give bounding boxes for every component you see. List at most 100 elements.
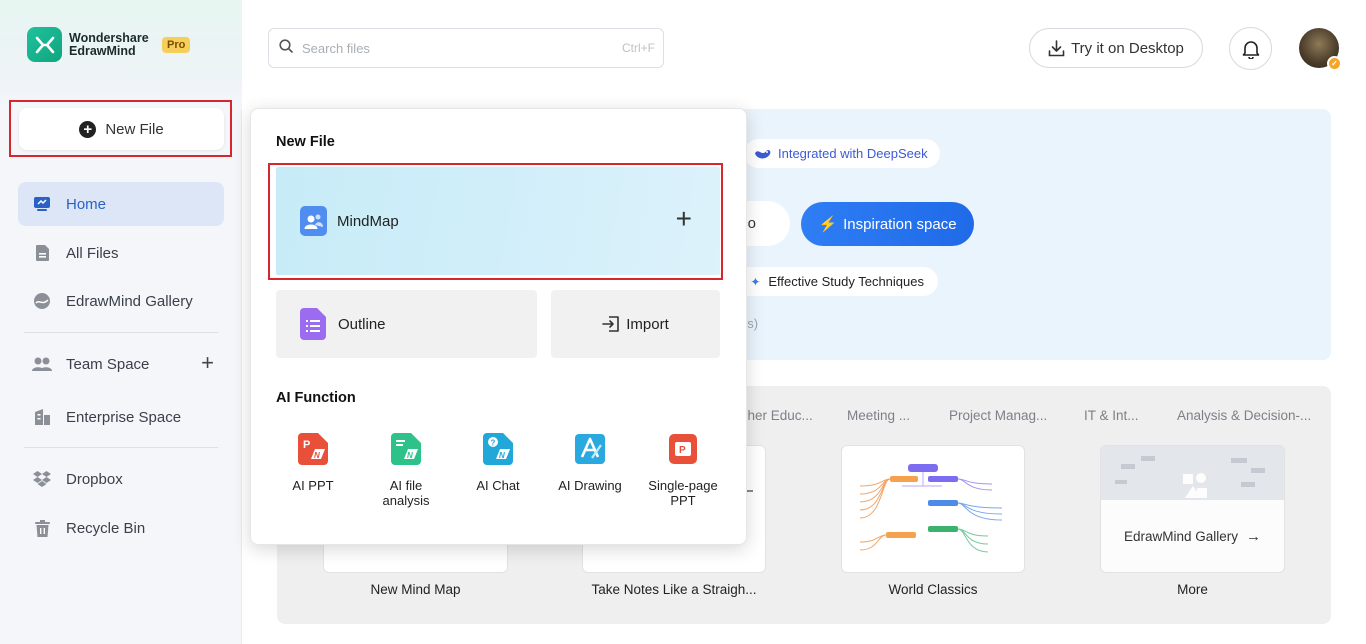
avatar[interactable]: ✓	[1299, 28, 1342, 71]
mindmap-icon	[300, 206, 327, 236]
template-label: Take Notes Like a Straigh...	[591, 582, 757, 597]
notification-button[interactable]	[1229, 27, 1272, 70]
category-tab[interactable]: IT & Int...	[1084, 408, 1139, 423]
ai-drawing-option[interactable]: AI Drawing	[550, 433, 630, 493]
search-placeholder: Search files	[302, 40, 370, 56]
outline-option[interactable]: Outline	[276, 290, 537, 358]
single-page-ppt-icon: P	[669, 434, 697, 464]
sidebar-item-gallery[interactable]: EdrawMind Gallery	[18, 279, 224, 323]
mindmap-label: MindMap	[337, 212, 399, 230]
sidebar-item-label: Enterprise Space	[66, 408, 182, 426]
sidebar-item-label: Home	[66, 195, 107, 213]
sidebar-item-all-files[interactable]: All Files	[18, 231, 224, 275]
template-card-more[interactable]: EdrawMind Gallery →	[1100, 445, 1285, 573]
lightning-icon: ⚡	[818, 216, 838, 233]
inspiration-label: Inspiration space	[843, 215, 957, 233]
sidebar-item-label: Team Space	[66, 355, 150, 373]
ai-ppt-option[interactable]: PN AI PPT	[273, 433, 353, 493]
outline-label: Outline	[338, 315, 386, 333]
import-option[interactable]: Import	[551, 290, 720, 358]
import-label: Import	[626, 315, 669, 333]
category-tab[interactable]: Analysis & Decision-...	[1177, 408, 1311, 423]
edrawmind-logo-icon	[27, 27, 62, 62]
mindmap-thumbnail	[859, 464, 1003, 553]
sidebar-item-home[interactable]: Home	[18, 182, 224, 226]
logo-line-2: EdrawMind	[69, 43, 136, 58]
try-desktop-button[interactable]: Try it on Desktop	[1029, 28, 1203, 68]
ai-file-analysis-icon: N	[391, 433, 421, 465]
ai-ppt-label: AI PPT	[292, 478, 334, 493]
popup-title: New File	[276, 134, 335, 150]
svg-text:P: P	[303, 439, 310, 451]
category-tab[interactable]: Meeting ...	[847, 408, 910, 423]
search-shortcut: Ctrl+F	[622, 41, 655, 55]
category-tab[interactable]: Project Manag...	[949, 408, 1047, 423]
home-icon	[32, 194, 52, 214]
sidebar-item-recycle-bin[interactable]: Recycle Bin	[18, 506, 224, 550]
ai-ppt-icon: PN	[298, 433, 328, 465]
try-desktop-label: Try it on Desktop	[1071, 39, 1184, 57]
arrow-right-icon: →	[1246, 527, 1262, 545]
template-label: More	[1177, 582, 1208, 597]
sidebar-item-team-space[interactable]: Team Space +	[18, 342, 224, 386]
sidebar-item-label: Dropbox	[66, 470, 123, 488]
enterprise-icon	[32, 407, 52, 427]
ai-file-analysis-label: AI file analysis	[382, 478, 430, 508]
dropbox-icon	[32, 469, 52, 489]
template-label: World Classics	[888, 582, 978, 597]
sidebar-divider	[24, 332, 218, 333]
ai-function-title: AI Function	[276, 390, 356, 406]
template-card-world-classics[interactable]	[841, 445, 1025, 573]
deepseek-label: Integrated with DeepSeek	[778, 146, 928, 161]
ai-chat-option[interactable]: ? N AI Chat	[458, 433, 538, 493]
import-icon	[602, 316, 620, 332]
sidebar-divider	[24, 447, 218, 448]
gallery-overlay-label: EdrawMind Gallery	[1123, 528, 1239, 544]
gallery-icon	[32, 291, 52, 311]
app-logo[interactable]: Wondershare EdrawMind	[27, 27, 149, 62]
suggestion-label: Effective Study Techniques	[768, 274, 924, 289]
file-icon	[32, 243, 52, 263]
inspiration-space-button[interactable]: ⚡ Inspiration space	[801, 202, 974, 246]
download-icon	[1048, 39, 1065, 56]
sidebar-item-label: EdrawMind Gallery	[66, 292, 193, 310]
svg-text:N: N	[499, 451, 505, 460]
svg-text:N: N	[314, 451, 320, 460]
ai-file-analysis-option[interactable]: N AI file analysis	[365, 433, 447, 508]
suggestion-pill[interactable]: ✦ Effective Study Techniques	[730, 267, 938, 296]
sidebar-item-label: All Files	[66, 244, 119, 262]
pro-badge: Pro	[162, 37, 191, 53]
bell-icon	[1242, 40, 1259, 59]
mindmap-option[interactable]: MindMap +	[276, 167, 720, 275]
plus-icon[interactable]: +	[676, 205, 692, 233]
sidebar-item-dropbox[interactable]: Dropbox	[18, 457, 224, 501]
svg-text:?: ?	[491, 439, 496, 448]
add-team-icon[interactable]: +	[201, 352, 214, 374]
single-page-ppt-option[interactable]: P Single-page PPT	[643, 433, 723, 508]
svg-text:P: P	[679, 445, 686, 456]
ai-drawing-icon	[575, 434, 605, 464]
sidebar-item-label: Recycle Bin	[66, 519, 146, 537]
logo-text: Wondershare EdrawMind	[69, 30, 149, 58]
search-input[interactable]: Search files Ctrl+F	[268, 28, 664, 68]
sparkle-icon: ✦	[750, 274, 761, 289]
single-page-ppt-label: Single-page PPT	[648, 478, 718, 508]
category-tab[interactable]: gher Educ...	[740, 408, 813, 423]
ai-drawing-label: AI Drawing	[558, 478, 622, 493]
plus-circle-icon: +	[79, 120, 97, 138]
trash-icon	[32, 518, 52, 538]
search-icon	[279, 38, 293, 58]
new-file-button[interactable]: + New File	[19, 108, 224, 150]
sidebar-item-enterprise-space[interactable]: Enterprise Space	[18, 395, 224, 439]
outline-icon	[300, 308, 326, 340]
ai-chat-label: AI Chat	[476, 478, 520, 493]
svg-text:N: N	[407, 451, 413, 460]
new-file-label: New File	[105, 120, 164, 138]
gallery-thumbnail	[1115, 456, 1265, 498]
gallery-overlay[interactable]: EdrawMind Gallery →	[1101, 500, 1284, 572]
team-icon	[32, 354, 52, 374]
template-label: New Mind Map	[370, 582, 461, 597]
logo-line-1: Wondershare	[69, 30, 149, 45]
deepseek-icon	[755, 149, 771, 158]
deepseek-badge[interactable]: Integrated with DeepSeek	[744, 139, 940, 168]
